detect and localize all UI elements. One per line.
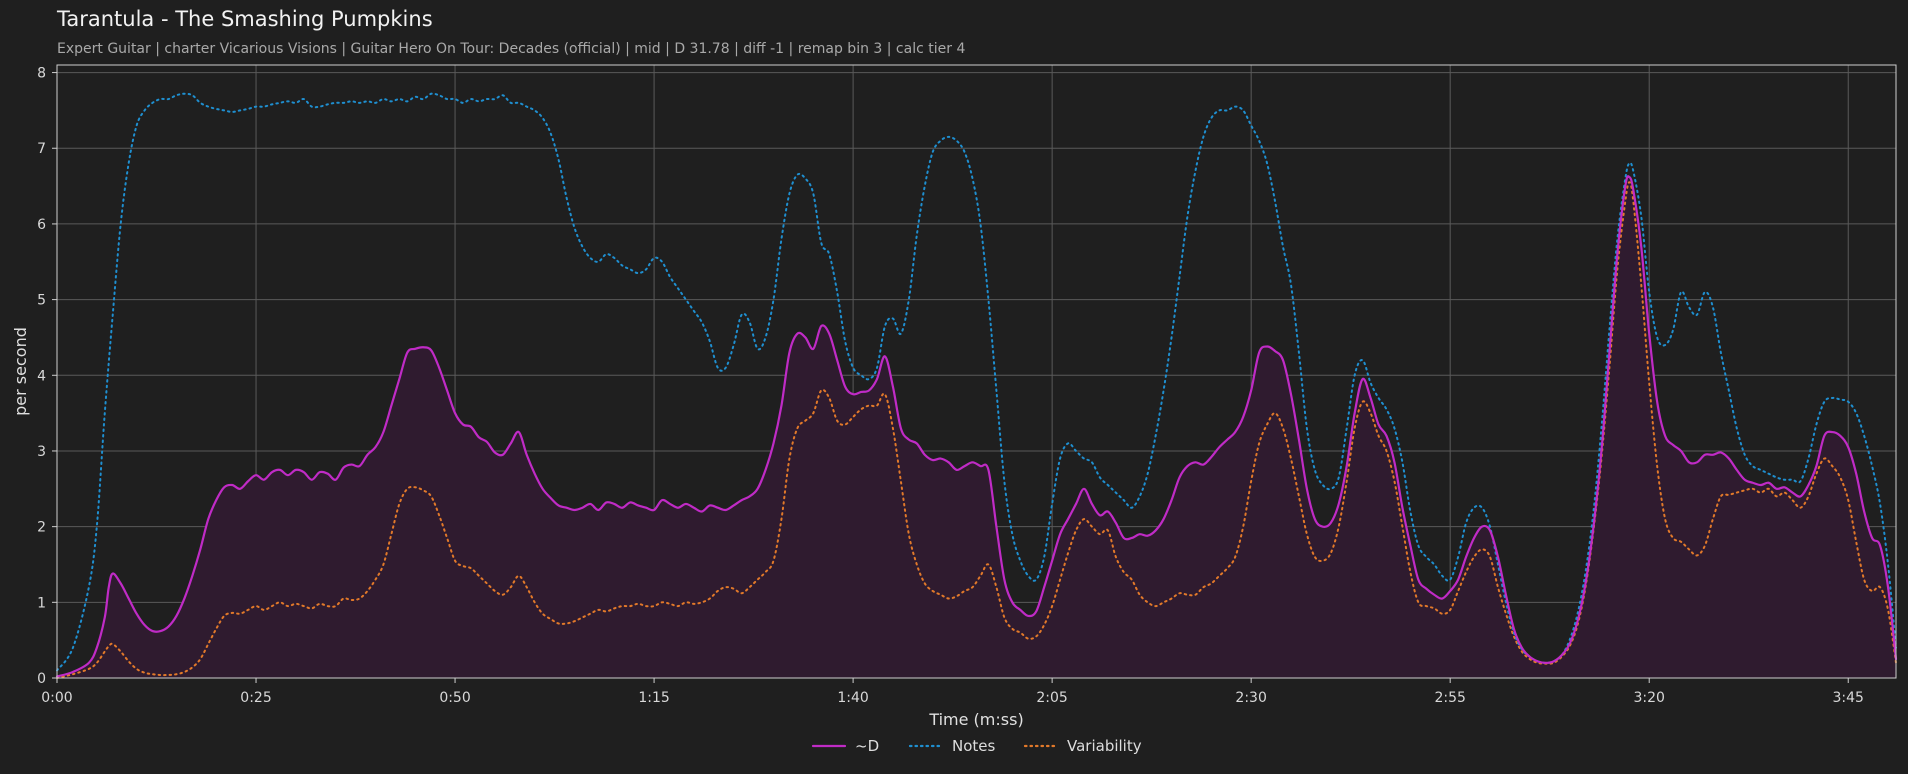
y-tick-label: 4 (37, 368, 46, 384)
x-tick-label: 1:40 (837, 690, 868, 706)
y-tick-label: 3 (37, 444, 46, 460)
x-tick-label: 1:15 (638, 690, 669, 706)
series-area-d (57, 176, 1896, 678)
x-axis-label: Time (m:ss) (928, 710, 1023, 729)
x-tick-label: 3:45 (1833, 690, 1864, 706)
y-tick-label: 5 (37, 293, 46, 309)
series-layer (55, 92, 1898, 679)
legend-label-notes: Notes (952, 737, 996, 755)
legend-label-variability: Variability (1067, 737, 1142, 755)
legend-label-d: ~D (855, 737, 879, 755)
y-tick-label: 0 (37, 671, 46, 687)
line-chart: 0:00 0:25 0:50 1:15 1:40 2:05 2:30 2:55 3:20 3:45… (11, 64, 1898, 755)
x-tick-label: 0:50 (439, 690, 470, 706)
x-tick-label: 2:30 (1235, 690, 1266, 706)
legend: ~D Notes Variability (811, 737, 1142, 755)
y-tick-label: 2 (37, 520, 46, 536)
y-tick-label: 8 (37, 66, 46, 82)
x-tick-label: 3:20 (1633, 690, 1664, 706)
y-tick-label: 7 (37, 141, 46, 157)
x-tick-label: 2:55 (1434, 690, 1465, 706)
y-axis-label: per second (11, 327, 30, 416)
y-tick-label: 1 (37, 595, 46, 611)
y-tick-label: 6 (37, 217, 46, 233)
x-tick-label: 2:05 (1036, 690, 1067, 706)
x-tick-label: 0:00 (41, 690, 72, 706)
x-tick-label: 0:25 (240, 690, 271, 706)
